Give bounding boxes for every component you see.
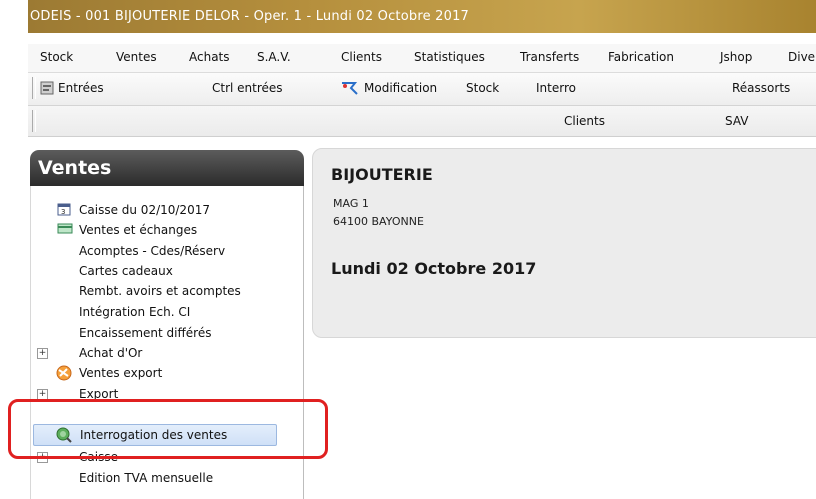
- entrees-icon: [40, 81, 56, 96]
- menu-achats[interactable]: Achats: [189, 50, 230, 64]
- expand-icon[interactable]: +: [37, 348, 48, 359]
- sidebar-item-integration-ech[interactable]: Intégration Ech. CI: [31, 302, 303, 322]
- sidebar-item-label: Rembt. avoirs et acomptes: [79, 284, 241, 298]
- menu-fabrication[interactable]: Fabrication: [608, 50, 674, 64]
- store-name: BIJOUTERIE: [331, 165, 433, 184]
- annotation-highlight-box: [8, 399, 328, 459]
- store-info-panel: BIJOUTERIE MAG 1 64100 BAYONNE Lundi 02 …: [312, 148, 816, 338]
- sidebar-item-encaissement-differes[interactable]: Encaissement différés: [31, 323, 303, 343]
- sidebar-item-ventes-export[interactable]: Ventes export: [31, 363, 303, 383]
- toolbar-grip[interactable]: [32, 77, 36, 99]
- calendar-icon: 3: [57, 202, 73, 217]
- store-address-line1: MAG 1: [333, 197, 369, 210]
- toolbar-entrees-button[interactable]: Entrées: [58, 81, 104, 95]
- export-globe-icon: [55, 364, 72, 381]
- sidebar-header: Ventes: [30, 150, 304, 186]
- sidebar-item-cartes-cadeaux[interactable]: Cartes cadeaux: [31, 261, 303, 281]
- toolbar-interro-button[interactable]: Interro: [536, 81, 576, 95]
- modification-icon: [341, 80, 358, 95]
- toolbar-ctrl-entrees-button[interactable]: Ctrl entrées: [212, 81, 283, 95]
- menu-divers[interactable]: Dive: [788, 50, 815, 64]
- toolbar-secondary: Clients SAV: [28, 106, 816, 137]
- menu-transferts[interactable]: Transferts: [520, 50, 579, 64]
- sidebar-item-label: Edition TVA mensuelle: [79, 471, 214, 485]
- sidebar-item-acomptes[interactable]: Acomptes - Cdes/Réserv: [31, 241, 303, 261]
- sidebar-item-caisse-du-jour[interactable]: 3 Caisse du 02/10/2017: [31, 200, 303, 220]
- menu-ventes[interactable]: Ventes: [116, 50, 157, 64]
- sidebar-item-label: Caisse du 02/10/2017: [79, 203, 210, 217]
- window-title-bar: ODEIS - 001 BIJOUTERIE DELOR - Oper. 1 -…: [28, 0, 816, 33]
- menu-stock[interactable]: Stock: [40, 50, 73, 64]
- sidebar-title: Ventes: [38, 157, 112, 179]
- menu-statistiques[interactable]: Statistiques: [414, 50, 485, 64]
- menu-sav[interactable]: S.A.V.: [257, 50, 291, 64]
- toolbar-reassorts-button[interactable]: Réassorts: [732, 81, 790, 95]
- sidebar-item-label: Acomptes - Cdes/Réserv: [79, 244, 226, 258]
- svg-text:3: 3: [61, 208, 65, 216]
- sidebar-item-label: Encaissement différés: [79, 326, 212, 340]
- menu-bar: Stock Ventes Achats S.A.V. Clients Stati…: [28, 44, 816, 73]
- card-icon: [57, 222, 73, 237]
- sidebar-item-label: Ventes et échanges: [79, 223, 198, 237]
- sidebar-item-label: Cartes cadeaux: [79, 264, 173, 278]
- sidebar-item-label: Ventes export: [79, 366, 163, 380]
- toolbar-stock-button[interactable]: Stock: [466, 81, 499, 95]
- sidebar-item-rembt-avoirs[interactable]: Rembt. avoirs et acomptes: [31, 281, 303, 301]
- sidebar-item-edition-tva[interactable]: Edition TVA mensuelle: [31, 468, 303, 488]
- toolbar-clients-button[interactable]: Clients: [564, 114, 605, 128]
- toolbar-modification-button[interactable]: Modification: [364, 81, 437, 95]
- sidebar-item-ventes-echanges[interactable]: Ventes et échanges: [31, 220, 303, 240]
- sidebar-item-label: Intégration Ech. CI: [79, 305, 191, 319]
- toolbar-grip-secondary[interactable]: [32, 110, 36, 132]
- menu-jshop[interactable]: Jshop: [720, 50, 752, 64]
- toolbar-sav-button[interactable]: SAV: [725, 114, 749, 128]
- current-date: Lundi 02 Octobre 2017: [331, 259, 537, 278]
- sidebar-item-label: Achat d'Or: [79, 346, 143, 360]
- store-address-line2: 64100 BAYONNE: [333, 215, 424, 228]
- sidebar-item-achat-or[interactable]: + Achat d'Or: [31, 343, 303, 363]
- window-title: ODEIS - 001 BIJOUTERIE DELOR - Oper. 1 -…: [30, 9, 470, 24]
- menu-clients[interactable]: Clients: [341, 50, 382, 64]
- toolbar-main: Entrées Ctrl entrées Modification Stock …: [28, 73, 816, 106]
